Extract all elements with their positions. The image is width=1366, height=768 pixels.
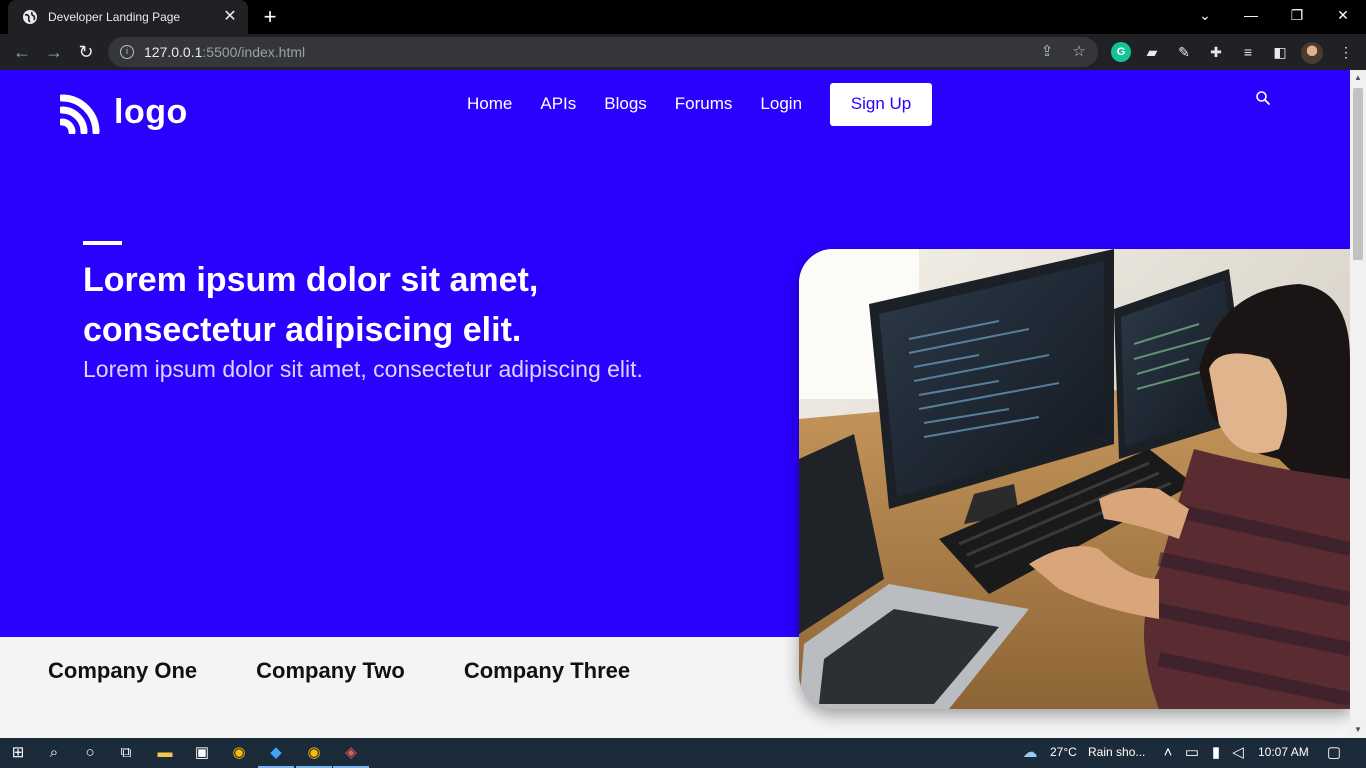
hero-headline-line-2: consectetur adipiscing elit. xyxy=(83,311,522,349)
browser-tab[interactable]: Developer Landing Page ✕ xyxy=(8,0,248,34)
url-path: :5500/index.html xyxy=(202,44,306,60)
nav-blogs[interactable]: Blogs xyxy=(604,94,647,114)
grammarly-extension-icon[interactable]: G xyxy=(1111,42,1131,62)
company-two: Company Two xyxy=(256,658,405,683)
page-scrollbar[interactable]: ▲ ▼ xyxy=(1350,70,1366,738)
pen-extension-icon[interactable]: ✎ xyxy=(1174,42,1194,62)
puzzle-extensions-icon[interactable]: ✚ xyxy=(1206,42,1226,62)
network-icon[interactable]: ▭ xyxy=(1182,743,1202,763)
logo-mark-icon xyxy=(60,94,100,134)
back-icon[interactable]: ← xyxy=(8,38,36,66)
globe-icon xyxy=(23,10,37,24)
scroll-up-icon[interactable]: ▲ xyxy=(1354,74,1362,82)
nav-home[interactable]: Home xyxy=(467,94,512,114)
developer-workspace-illustration xyxy=(799,249,1350,709)
company-three: Company Three xyxy=(463,658,631,683)
bookmark-star-icon[interactable]: ☆ xyxy=(1070,43,1088,61)
weather-icon[interactable]: ☁ xyxy=(1020,743,1040,763)
taskbar: ⊞ ⌕ ○ ⧉ ▬ ▣ ◉ ◆ ◉ ◈ ☁ 27°C Rain sho... ˄… xyxy=(0,738,1366,768)
companies-list: Company One Company Two Company Three xyxy=(48,658,689,684)
chrome-active-icon[interactable]: ◉ xyxy=(296,743,332,768)
media-control-icon[interactable]: ≡ xyxy=(1238,42,1258,62)
sign-up-button[interactable]: Sign Up xyxy=(830,82,933,126)
vscode-icon[interactable]: ◆ xyxy=(258,743,294,768)
weather-temp[interactable]: 27°C xyxy=(1050,745,1077,759)
restore-button[interactable]: ❐ xyxy=(1274,0,1320,30)
side-panel-icon[interactable]: ◧ xyxy=(1270,42,1290,62)
scroll-down-icon[interactable]: ▼ xyxy=(1354,726,1362,734)
menu-icon[interactable]: ⋮ xyxy=(1336,42,1356,62)
site-info-icon[interactable]: i xyxy=(120,45,134,59)
windows-start-icon[interactable]: ⊞ xyxy=(8,743,28,763)
logo-text: logo xyxy=(114,92,188,131)
task-view-icon[interactable]: ⧉ xyxy=(116,743,136,763)
clock[interactable]: 10:07 AM xyxy=(1258,745,1309,759)
hero-image xyxy=(799,249,1350,709)
extension-icon[interactable]: ▰ xyxy=(1142,42,1162,62)
cortana-icon[interactable]: ○ xyxy=(80,743,100,763)
minimize-button[interactable]: — xyxy=(1228,0,1274,30)
main-nav: Home APIs Blogs Forums Login Sign Up xyxy=(467,82,933,126)
chrome-icon[interactable]: ◉ xyxy=(229,743,249,763)
app-icon[interactable]: ◈ xyxy=(333,743,369,768)
site-logo[interactable]: logo xyxy=(60,90,188,134)
close-window-button[interactable]: ✕ xyxy=(1320,0,1366,30)
reload-icon[interactable]: ↻ xyxy=(72,38,100,66)
chevron-up-icon[interactable]: ˄ xyxy=(1158,743,1178,763)
page-viewport: logo Home APIs Blogs Forums Login Sign U… xyxy=(0,70,1350,738)
headline-accent-line xyxy=(83,241,122,245)
url-host: 127.0.0.1 xyxy=(144,44,203,60)
nav-apis[interactable]: APIs xyxy=(540,94,576,114)
close-tab-icon[interactable]: ✕ xyxy=(222,9,238,25)
new-tab-button[interactable]: + xyxy=(258,5,282,29)
address-bar[interactable]: i 127.0.0.1:5500/index.html ⇪ ☆ xyxy=(108,37,1098,67)
weather-description[interactable]: Rain sho... xyxy=(1088,745,1145,759)
hero-headline: Lorem ipsum dolor sit amet, consectetur … xyxy=(83,255,723,355)
nav-login[interactable]: Login xyxy=(760,94,802,114)
profile-avatar[interactable] xyxy=(1301,42,1323,64)
search-icon[interactable] xyxy=(1255,90,1271,106)
share-icon[interactable]: ⇪ xyxy=(1038,43,1056,61)
hero-headline-line-1: Lorem ipsum dolor sit amet, xyxy=(83,261,539,299)
network-app-icon[interactable]: ▣ xyxy=(192,743,212,763)
browser-toolbar: ← → ↻ i 127.0.0.1:5500/index.html ⇪ ☆ G … xyxy=(0,34,1366,70)
search-icon[interactable]: ⌕ xyxy=(44,743,64,763)
battery-icon[interactable]: ▮ xyxy=(1206,743,1226,763)
tab-search-icon[interactable]: ⌄ xyxy=(1182,0,1228,30)
file-explorer-icon[interactable]: ▬ xyxy=(155,743,175,763)
scrollbar-thumb[interactable] xyxy=(1353,88,1363,260)
nav-forums[interactable]: Forums xyxy=(675,94,733,114)
forward-icon[interactable]: → xyxy=(40,38,68,66)
company-one: Company One xyxy=(48,658,198,683)
hero-subheadline: Lorem ipsum dolor sit amet, consectetur … xyxy=(83,356,643,382)
browser-tabstrip: Developer Landing Page ✕ + ⌄ — ❐ ✕ xyxy=(0,0,1366,34)
tab-title: Developer Landing Page xyxy=(48,10,181,24)
notifications-icon[interactable]: ▢ xyxy=(1324,743,1344,763)
volume-icon[interactable]: ◁ xyxy=(1228,743,1248,763)
